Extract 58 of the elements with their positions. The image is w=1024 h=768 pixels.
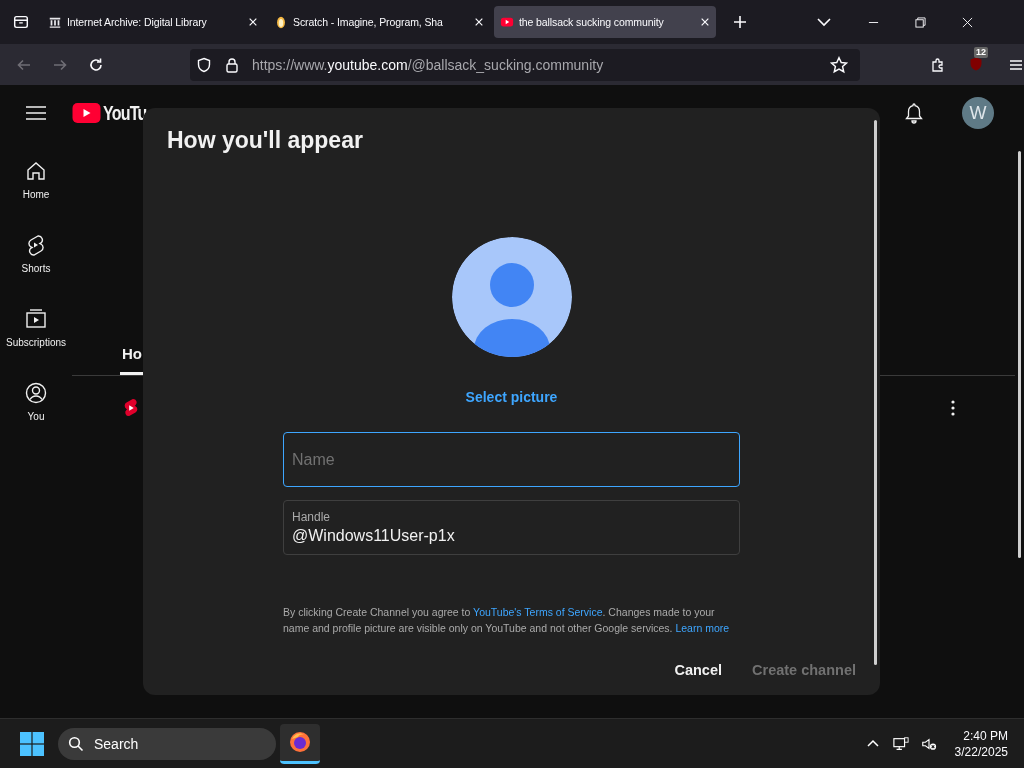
- tab-title: the ballsack sucking community: [519, 16, 665, 28]
- subscriptions-icon: [24, 307, 48, 331]
- extension-badge: 12: [974, 46, 988, 58]
- windows-logo-icon[interactable]: [20, 731, 44, 756]
- field-label: Handle: [292, 510, 331, 524]
- browser-tab[interactable]: Internet Archive: Digital Library: [42, 6, 264, 38]
- close-icon[interactable]: [700, 17, 710, 27]
- network-icon[interactable]: [892, 735, 909, 752]
- shorts-logo-icon: [122, 398, 140, 418]
- tab-title: Scratch - Imagine, Program, Sha: [293, 16, 444, 28]
- dialog-button[interactable]: Cancel: [664, 652, 733, 688]
- browser-tab[interactable]: the ballsack sucking community: [494, 6, 716, 38]
- tab-list-icon[interactable]: [12, 13, 30, 31]
- address-bar[interactable]: https://www.youtube.com/@ballsack_sucking.community: [190, 48, 860, 81]
- url-text: https://www.youtube.com/@ballsack_sucking.community: [252, 56, 605, 73]
- shield-icon[interactable]: [196, 56, 212, 73]
- star-icon[interactable]: [830, 55, 848, 74]
- select-picture-link[interactable]: Select picture: [465, 387, 558, 407]
- menu-icon[interactable]: [26, 105, 46, 121]
- browser-tab[interactable]: Scratch - Imagine, Program, Sha: [268, 6, 490, 38]
- sidebar-item[interactable]: You: [0, 381, 72, 455]
- sidebar-item[interactable]: Shorts: [0, 233, 72, 307]
- sidebar-item[interactable]: Home: [0, 159, 72, 233]
- scrollbar[interactable]: [874, 120, 877, 665]
- puzzle-icon[interactable]: [930, 56, 946, 73]
- close-icon[interactable]: [474, 17, 484, 27]
- scrollbar[interactable]: [1018, 151, 1021, 558]
- tab-title: Internet Archive: Digital Library: [67, 16, 208, 28]
- museum-icon: [48, 15, 62, 29]
- search-icon: [68, 735, 84, 752]
- play-logo-icon[interactable]: [72, 103, 101, 123]
- profile-placeholder-icon[interactable]: [451, 237, 572, 357]
- taskbar-search[interactable]: Search: [58, 727, 276, 760]
- learn-more-link[interactable]: Learn more: [675, 622, 730, 634]
- fox-globe-icon: [288, 730, 312, 754]
- account-avatar[interactable]: W: [962, 97, 994, 129]
- clock-date[interactable]: 3/22/2025: [954, 743, 1008, 760]
- new-tab-icon[interactable]: [732, 14, 748, 30]
- taskbar-app[interactable]: [280, 723, 320, 764]
- close-icon[interactable]: [248, 17, 258, 27]
- close-icon[interactable]: [962, 16, 973, 28]
- more-icon[interactable]: [951, 400, 955, 416]
- lock-icon[interactable]: [224, 56, 240, 73]
- sidebar-item[interactable]: Subscriptions: [0, 307, 72, 381]
- handle-field[interactable]: Handle @Windows11User-p1x: [283, 500, 740, 555]
- disclaimer-text: By clicking Create Channel you agree to YouTube's Terms of Service. Changes made to your name and profile picture are visible only on YouTube and not other Google services. Learn more: [283, 605, 731, 636]
- account-circle-icon: [24, 381, 48, 405]
- reload-icon[interactable]: [88, 56, 104, 73]
- name-field[interactable]: Name: [283, 432, 740, 487]
- dialog-title: How you'll appear: [167, 126, 363, 155]
- play-logo-icon: [500, 15, 514, 29]
- home-icon: [24, 159, 48, 183]
- field-value: @Windows11User-p1x: [292, 527, 455, 545]
- clock-time[interactable]: 2:40 PM: [963, 727, 1008, 744]
- bell-icon[interactable]: [904, 102, 924, 124]
- terms-link[interactable]: YouTube's Terms of Service: [473, 606, 603, 618]
- restore-icon[interactable]: [915, 16, 926, 28]
- muted-speaker-icon[interactable]: [920, 735, 937, 752]
